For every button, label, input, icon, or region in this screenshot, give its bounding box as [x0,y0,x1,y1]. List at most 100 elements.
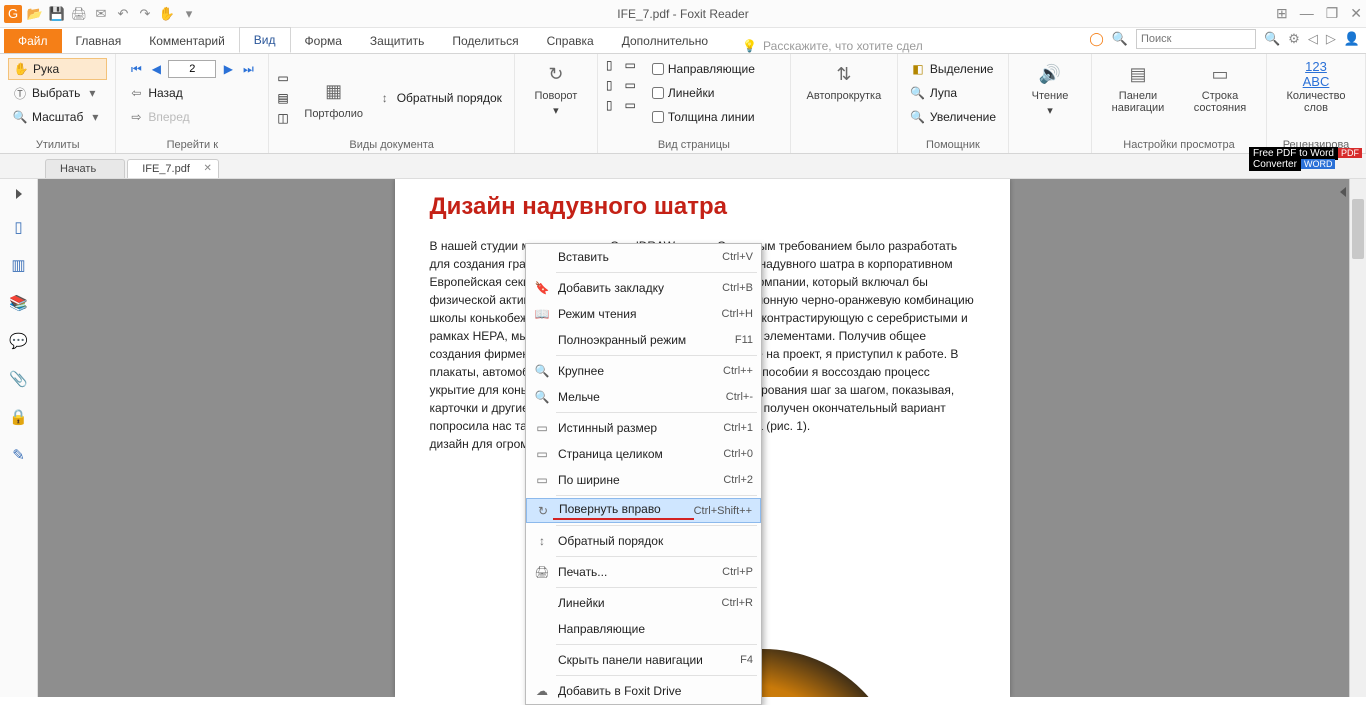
tab-start[interactable]: Начать [45,159,125,178]
tab-home[interactable]: Главная [62,29,136,53]
pages-icon[interactable]: ▥ [9,255,29,275]
redo-icon[interactable]: ↷ [136,5,154,23]
ctx-item[interactable]: ↕Обратный порядок [526,528,761,554]
undo-icon[interactable]: ↶ [114,5,132,23]
ctx-item[interactable]: Направляющие [526,616,761,642]
ctx-item[interactable]: ▭Истинный размерCtrl+1 [526,415,761,441]
minimize-icon[interactable]: — [1300,5,1314,22]
ctx-item[interactable]: ☁Добавить в Foxit Drive [526,678,761,704]
search-input[interactable] [1136,29,1256,49]
ctx-item[interactable]: 📖Режим чтенияCtrl+H [526,301,761,327]
guides-toggle[interactable]: Направляющие [648,58,759,80]
tab-form[interactable]: Форма [291,29,356,53]
page-layout-icon-4[interactable]: ▭ [625,58,636,72]
bookmarks-icon[interactable]: ▯ [9,217,29,237]
expand-panel-icon[interactable] [16,189,22,199]
hand-tool[interactable]: ✋Рука [8,58,107,80]
ctx-item[interactable]: 🖨Печать...Ctrl+P [526,559,761,585]
collapse-right-icon[interactable] [1340,187,1346,197]
tab-share[interactable]: Поделиться [438,29,532,53]
search-go-icon[interactable]: 🔍 [1264,31,1280,47]
next-page-icon[interactable]: ▶ [220,61,236,77]
email-icon[interactable]: ✉ [92,5,110,23]
hand-qat-icon[interactable]: ✋ [158,5,176,23]
vertical-scrollbar[interactable] [1349,179,1366,697]
select-tool[interactable]: ⓉВыбрать▾ [8,82,107,104]
status-bar-button[interactable]: ▭Строка состояния [1182,58,1258,114]
print-icon[interactable]: 🖨 [70,5,88,23]
first-page-icon[interactable]: ⏮ [128,61,144,77]
ctx-item[interactable]: 🔖Добавить закладкуCtrl+B [526,275,761,301]
rulers-checkbox[interactable] [652,87,664,99]
prev-page-icon[interactable]: ◀ [148,61,164,77]
close-icon[interactable]: ✕ [1350,5,1362,22]
ctx-item[interactable]: ЛинейкиCtrl+R [526,590,761,616]
highlight-tool[interactable]: ◧Выделение [906,58,1000,80]
nav-panels-button[interactable]: ▤Панели навигации [1100,58,1176,114]
linewidth-checkbox[interactable] [652,111,664,123]
loupe-tool[interactable]: 🔍Лупа [906,82,1000,104]
page-input[interactable] [168,60,216,78]
ctx-item[interactable]: ВставитьCtrl+V [526,244,761,270]
attachments-icon[interactable]: 📎 [9,369,29,389]
ctx-item[interactable]: 🔍КрупнееCtrl++ [526,358,761,384]
maximize-icon[interactable]: ❐ [1326,5,1339,22]
tab-document-label: IFE_7.pdf [142,163,190,175]
page-layout-icon-2[interactable]: ▯ [606,78,613,92]
page-layout-icon-5[interactable]: ▭ [625,78,636,92]
qat-drop-icon[interactable]: ▾ [180,5,198,23]
page-layout-icon-3[interactable]: ▯ [606,98,613,112]
next-find-icon[interactable]: ▷ [1326,31,1336,47]
ctx-item[interactable]: Полноэкранный режимF11 [526,327,761,353]
tab-comment[interactable]: Комментарий [135,29,239,53]
tab-help[interactable]: Справка [533,29,608,53]
tab-file[interactable]: Файл [4,29,62,53]
orange-dot-icon[interactable]: ◯ [1089,31,1104,47]
view-icon-2[interactable]: ▤ [277,91,288,105]
nav-back[interactable]: ⇦Назад [124,82,260,104]
guides-checkbox[interactable] [652,63,664,75]
ctx-item[interactable]: ▭По ширинеCtrl+2 [526,467,761,493]
last-page-icon[interactable]: ⏭ [240,61,256,77]
scrollbar-thumb[interactable] [1352,199,1364,259]
rotate-button[interactable]: ↻Поворот▾ [523,58,589,117]
portfolio-button[interactable]: ▦Портфолио [301,76,367,120]
linewidth-toggle[interactable]: Толщина линии [648,106,759,128]
page-layout-icon-1[interactable]: ▯ [606,58,613,72]
tab-document[interactable]: IFE_7.pdf ✕ [127,159,219,178]
security-icon[interactable]: 🔒 [9,407,29,427]
view-icon-1[interactable]: ▭ [277,71,288,85]
read-button[interactable]: 🔊Чтение▾ [1017,58,1083,117]
tell-me[interactable]: 💡 Расскажите, что хотите сдел [742,39,923,53]
restore-layout-icon[interactable]: ⊞ [1276,5,1288,22]
prev-find-icon[interactable]: ◁ [1308,31,1318,47]
ctx-item[interactable]: Скрыть панели навигацииF4 [526,647,761,673]
rulers-toggle[interactable]: Линейки [648,82,759,104]
tab-protect[interactable]: Защитить [356,29,438,53]
pdf-to-word-ad[interactable]: Free PDF to WordPDF ConverterWORD [1249,148,1362,170]
tab-extras[interactable]: Дополнительно [608,29,722,53]
ctx-item[interactable]: 🔍МельчеCtrl+- [526,384,761,410]
user-icon[interactable]: 👤 [1344,31,1360,47]
reverse-order[interactable]: ↕Обратный порядок [373,87,506,109]
ctx-item[interactable]: ↻Повернуть вправоCtrl+Shift++ [526,498,761,523]
save-icon[interactable]: 💾 [48,5,66,23]
layers-icon[interactable]: 📚 [9,293,29,313]
doc-heading: Дизайн надувного шатра [430,193,975,221]
autoscroll-button[interactable]: ⇅Автопрокрутка [799,58,889,102]
magnify-tool[interactable]: 🔍Увеличение [906,106,1000,128]
ctx-item-label: Полноэкранный режим [552,333,735,347]
page-layout-icon-6[interactable]: ▭ [625,98,636,112]
ctx-item[interactable]: ▭Страница целикомCtrl+0 [526,441,761,467]
comments-icon[interactable]: 💬 [9,331,29,351]
tab-view[interactable]: Вид [239,27,291,53]
open-icon[interactable]: 📂 [26,5,44,23]
find-products-icon[interactable]: 🔍 [1112,31,1128,47]
settings-icon[interactable]: ⚙ [1288,31,1300,47]
wordcount-button[interactable]: 123ABCКоличество слов [1275,58,1357,114]
view-icon-3[interactable]: ◫ [277,111,288,125]
tab-close-icon[interactable]: ✕ [204,163,212,174]
signatures-icon[interactable]: ✎ [9,445,29,465]
back-label: Назад [148,86,182,100]
zoom-tool[interactable]: 🔍Масштаб▾ [8,106,107,128]
